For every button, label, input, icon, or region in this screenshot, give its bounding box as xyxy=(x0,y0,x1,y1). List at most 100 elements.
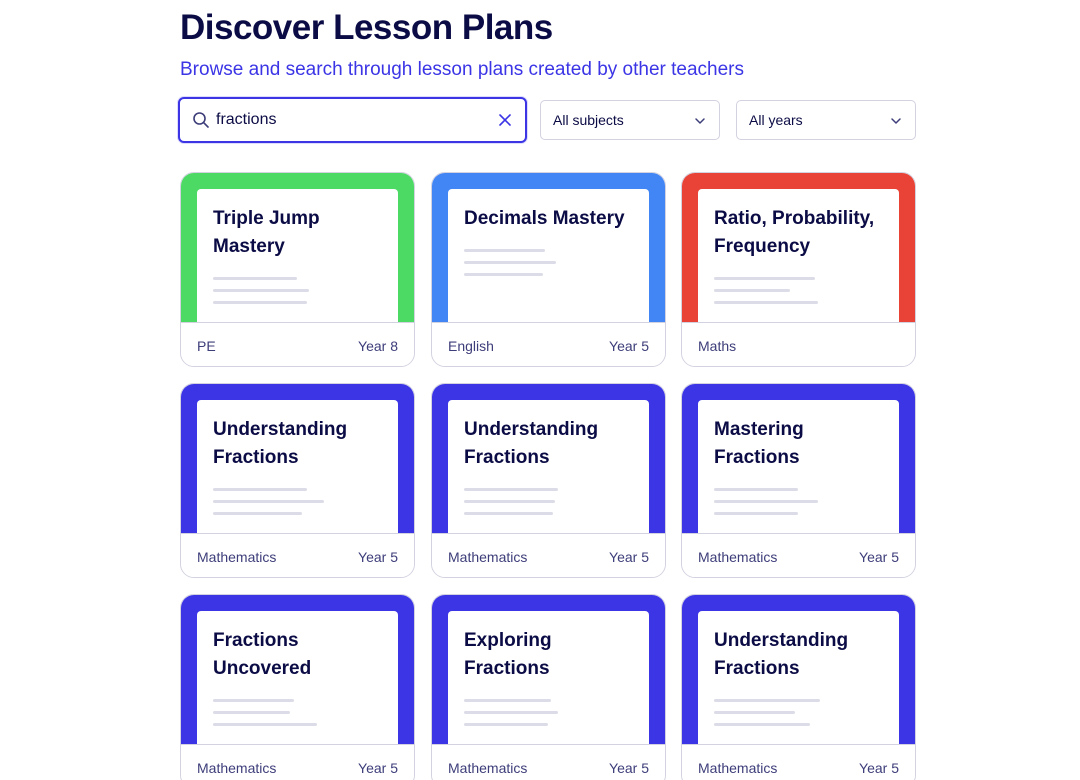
subject-filter-label: All subjects xyxy=(553,112,624,128)
card-title: Fractions Uncovered xyxy=(213,630,312,679)
card-title: Triple Jump Mastery xyxy=(213,208,320,257)
placeholder-line xyxy=(464,488,558,491)
card-footer: Mathematics Year 5 xyxy=(682,744,915,780)
placeholder-line xyxy=(714,500,818,503)
page-title: Discover Lesson Plans xyxy=(180,8,553,47)
card-year: Year 5 xyxy=(358,549,398,565)
placeholder-line xyxy=(714,699,820,702)
lesson-plan-card[interactable]: Ratio, Probability, Frequency Maths xyxy=(681,172,916,367)
placeholder-line xyxy=(213,711,290,714)
lesson-plan-card[interactable]: Exploring Fractions Mathematics Year 5 xyxy=(431,594,666,780)
card-title: Understanding Fractions xyxy=(464,419,599,468)
card-preview-sheet: Understanding Fractions xyxy=(197,400,398,533)
placeholder-line xyxy=(464,723,548,726)
card-footer: Mathematics Year 5 xyxy=(432,533,665,577)
placeholder-line xyxy=(464,711,558,714)
placeholder-line xyxy=(714,277,815,280)
card-title: Understanding Fractions xyxy=(714,630,849,679)
card-preview-sheet: Exploring Fractions xyxy=(448,611,649,744)
page-subtitle: Browse and search through lesson plans c… xyxy=(180,59,744,80)
card-year: Year 5 xyxy=(609,549,649,565)
card-footer: Maths xyxy=(682,322,915,366)
card-placeholder-lines xyxy=(714,699,820,735)
card-year: Year 8 xyxy=(358,338,398,354)
card-placeholder-lines xyxy=(213,699,317,735)
placeholder-line xyxy=(464,512,553,515)
lesson-plan-card[interactable]: Understanding Fractions Mathematics Year 5 xyxy=(180,383,415,578)
placeholder-line xyxy=(213,289,309,292)
card-subject: Mathematics xyxy=(448,760,528,776)
card-year: Year 5 xyxy=(609,338,649,354)
placeholder-line xyxy=(714,488,798,491)
card-placeholder-lines xyxy=(714,277,818,313)
placeholder-line xyxy=(464,273,543,276)
lesson-plan-card[interactable]: Triple Jump Mastery PE Year 8 xyxy=(180,172,415,367)
card-preview-sheet: Ratio, Probability, Frequency xyxy=(698,189,899,322)
card-footer: Mathematics Year 5 xyxy=(432,744,665,780)
card-title: Decimals Mastery xyxy=(464,208,625,229)
card-preview-sheet: Understanding Fractions xyxy=(448,400,649,533)
card-preview-sheet: Understanding Fractions xyxy=(698,611,899,744)
search-field[interactable] xyxy=(178,97,527,143)
card-preview-sheet: Triple Jump Mastery xyxy=(197,189,398,322)
lesson-plan-card[interactable]: Understanding Fractions Mathematics Year 5 xyxy=(681,594,916,780)
card-placeholder-lines xyxy=(464,249,556,285)
card-subject: Mathematics xyxy=(698,760,778,776)
placeholder-line xyxy=(464,699,551,702)
search-icon xyxy=(193,112,209,128)
card-placeholder-lines xyxy=(714,488,818,524)
card-footer: Mathematics Year 5 xyxy=(181,744,414,780)
card-subject: Mathematics xyxy=(197,549,277,565)
card-footer: Mathematics Year 5 xyxy=(181,533,414,577)
placeholder-line xyxy=(464,249,545,252)
card-title: Mastering Fractions xyxy=(714,419,804,468)
card-footer: PE Year 8 xyxy=(181,322,414,366)
search-input[interactable] xyxy=(216,107,486,133)
placeholder-line xyxy=(213,699,294,702)
card-year: Year 5 xyxy=(859,549,899,565)
card-year: Year 5 xyxy=(358,760,398,776)
year-filter-label: All years xyxy=(749,112,803,128)
year-filter-select[interactable]: All years xyxy=(736,100,916,140)
placeholder-line xyxy=(714,301,818,304)
lesson-plan-card[interactable]: Understanding Fractions Mathematics Year 5 xyxy=(431,383,666,578)
placeholder-line xyxy=(714,512,798,515)
lesson-plan-card[interactable]: Decimals Mastery English Year 5 xyxy=(431,172,666,367)
card-subject: Mathematics xyxy=(698,549,778,565)
placeholder-line xyxy=(714,723,810,726)
placeholder-line xyxy=(213,277,297,280)
placeholder-line xyxy=(213,500,324,503)
card-title: Ratio, Probability, Frequency xyxy=(714,208,875,257)
chevron-down-icon xyxy=(891,118,901,124)
card-placeholder-lines xyxy=(464,699,558,735)
card-footer: English Year 5 xyxy=(432,322,665,366)
subject-filter-select[interactable]: All subjects xyxy=(540,100,720,140)
card-subject: English xyxy=(448,338,494,354)
card-subject: Mathematics xyxy=(448,549,528,565)
card-year: Year 5 xyxy=(859,760,899,776)
placeholder-line xyxy=(464,261,556,264)
card-preview-sheet: Decimals Mastery xyxy=(448,189,649,322)
card-footer: Mathematics Year 5 xyxy=(682,533,915,577)
card-preview-sheet: Mastering Fractions xyxy=(698,400,899,533)
card-year: Year 5 xyxy=(609,760,649,776)
placeholder-line xyxy=(213,301,307,304)
placeholder-line xyxy=(714,711,795,714)
card-subject: Maths xyxy=(698,338,737,354)
placeholder-line xyxy=(714,289,790,292)
card-placeholder-lines xyxy=(213,277,309,313)
placeholder-line xyxy=(213,723,317,726)
card-title: Exploring Fractions xyxy=(464,630,552,679)
card-placeholder-lines xyxy=(464,488,558,524)
close-icon[interactable] xyxy=(497,112,513,128)
chevron-down-icon xyxy=(695,118,705,124)
card-placeholder-lines xyxy=(213,488,324,524)
placeholder-line xyxy=(464,500,555,503)
card-preview-sheet: Fractions Uncovered xyxy=(197,611,398,744)
placeholder-line xyxy=(213,488,307,491)
card-subject: PE xyxy=(197,338,216,354)
card-title: Understanding Fractions xyxy=(213,419,348,468)
card-subject: Mathematics xyxy=(197,760,277,776)
lesson-plan-card[interactable]: Fractions Uncovered Mathematics Year 5 xyxy=(180,594,415,780)
lesson-plan-card[interactable]: Mastering Fractions Mathematics Year 5 xyxy=(681,383,916,578)
